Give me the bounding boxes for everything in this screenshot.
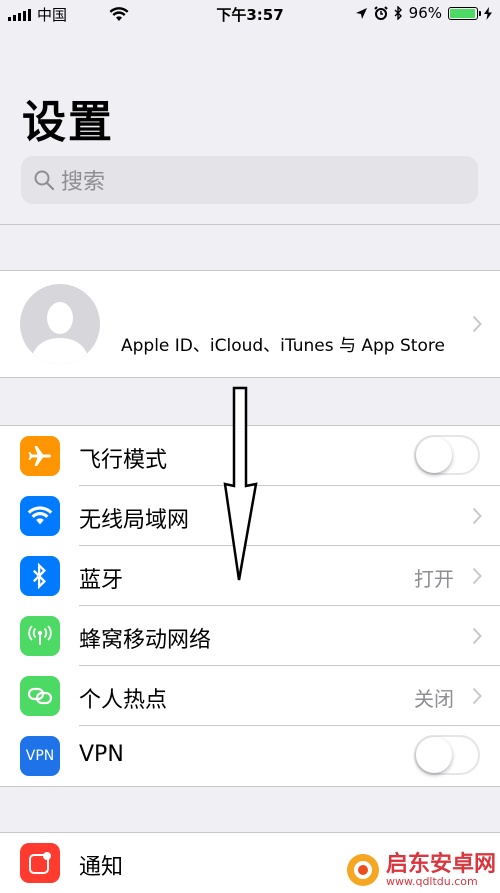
row-label: VPN (79, 742, 124, 767)
alarm-icon (373, 6, 388, 20)
battery-percent: 96% (408, 4, 442, 22)
vpn-toggle[interactable] (414, 735, 480, 775)
row-label: 蜂窝移动网络 (79, 628, 212, 653)
row-label: 通知 (79, 855, 124, 880)
watermark-url: www.qdltdu.com (385, 874, 478, 888)
bluetooth-icon (20, 556, 60, 596)
avatar (20, 284, 100, 364)
row-value: 打开 (414, 567, 454, 591)
chevron-right-icon (472, 687, 482, 705)
page-title: 设置 (22, 97, 114, 148)
apple-id-row[interactable]: Apple ID、iCloud、iTunes 与 App Store (0, 271, 500, 377)
search-placeholder: 搜索 (61, 170, 106, 195)
divider (0, 786, 500, 787)
charging-icon (484, 6, 492, 20)
settings-row-hotspot[interactable]: 个人热点 关闭 (0, 666, 500, 726)
person-silhouette-icon (30, 302, 90, 364)
location-icon (355, 7, 367, 19)
settings-row-cellular[interactable]: 蜂窝移动网络 (0, 606, 500, 666)
cellular-icon (20, 616, 60, 656)
row-label: 蓝牙 (79, 568, 124, 593)
chevron-right-icon (472, 315, 482, 333)
chevron-right-icon (472, 567, 482, 585)
watermark: 启东安卓网 www.qdltdu.com (346, 853, 496, 887)
vpn-icon: VPN (20, 736, 60, 776)
status-bar: 中国 下午3:57 96% (0, 0, 500, 28)
search-icon (34, 170, 55, 191)
airplane-icon (20, 436, 60, 476)
chevron-right-icon (472, 507, 482, 525)
row-label: 飞行模式 (79, 448, 168, 473)
vpn-icon-text: VPN (25, 748, 55, 764)
bluetooth-status-icon (394, 6, 402, 20)
row-value: 关闭 (414, 687, 454, 711)
row-label: 个人热点 (79, 688, 168, 713)
watermark-logo-icon (346, 854, 379, 886)
annotation-arrow-down (223, 386, 258, 581)
airplane-mode-toggle[interactable] (414, 435, 480, 475)
row-label: 无线局域网 (79, 508, 190, 533)
account-subtitle: Apple ID、iCloud、iTunes 与 App Store (121, 336, 445, 356)
chevron-right-icon (472, 627, 482, 645)
hotspot-icon (20, 676, 60, 716)
wifi-icon (20, 496, 60, 536)
settings-row-vpn[interactable]: VPN VPN (0, 726, 500, 786)
divider (0, 377, 500, 378)
watermark-name: 启东安卓网 (385, 851, 496, 877)
search-field[interactable]: 搜索 (21, 156, 478, 204)
divider (0, 224, 500, 225)
notifications-icon (20, 843, 60, 883)
battery-icon (448, 6, 481, 20)
